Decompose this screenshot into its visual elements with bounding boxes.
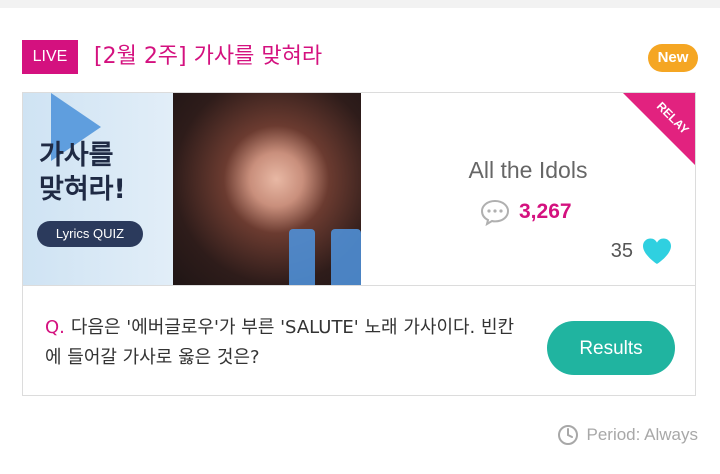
group-name: All the Idols [468,157,588,183]
question-prefix: Q. [45,317,65,338]
decorative-bar [331,229,361,285]
quiz-info-pane: RELAY All the Idols 3,267 35 [361,93,695,285]
divider [23,285,695,286]
quiz-card: LIVE [2월 2주] 가사를 맞혀라 New 가사를 맞혀라! Lyrics… [0,8,720,474]
banner-title-line1: 가사를 [39,140,114,171]
live-badge: LIVE [22,40,78,74]
comment-count: 3,267 [519,200,572,223]
heart-icon[interactable] [641,237,673,265]
page-title[interactable]: [2월 2주] 가사를 맞혀라 [94,42,322,72]
comment-stat[interactable]: 3,267 [479,197,572,227]
period-info: Period: Always [557,424,699,446]
like-count: 35 [610,239,633,262]
like-stat[interactable]: 35 [611,237,673,265]
clock-icon [557,425,578,445]
decorative-bar [289,229,315,285]
results-button[interactable]: Results [547,321,675,375]
quiz-question: Q. 다음은 '에버글로우'가 부른 'SALUTE' 노래 가사이다. 빈칸에 … [45,313,525,373]
quiz-box[interactable]: 가사를 맞혀라! Lyrics QUIZ RELAY All the Idols… [22,92,696,396]
quiz-banner-image[interactable]: 가사를 맞혀라! Lyrics QUIZ [23,93,361,285]
banner-title: 가사를 맞혀라! [39,139,126,207]
new-badge: New [648,44,698,72]
question-text: 다음은 '에버글로우'가 부른 'SALUTE' 노래 가사이다. 빈칸에 들어… [45,317,515,368]
lyrics-quiz-pill: Lyrics QUIZ [37,221,143,247]
comment-bubble-icon [480,199,510,226]
period-text: Period: Always [586,425,699,444]
banner-title-line2: 맞혀라! [39,174,126,205]
